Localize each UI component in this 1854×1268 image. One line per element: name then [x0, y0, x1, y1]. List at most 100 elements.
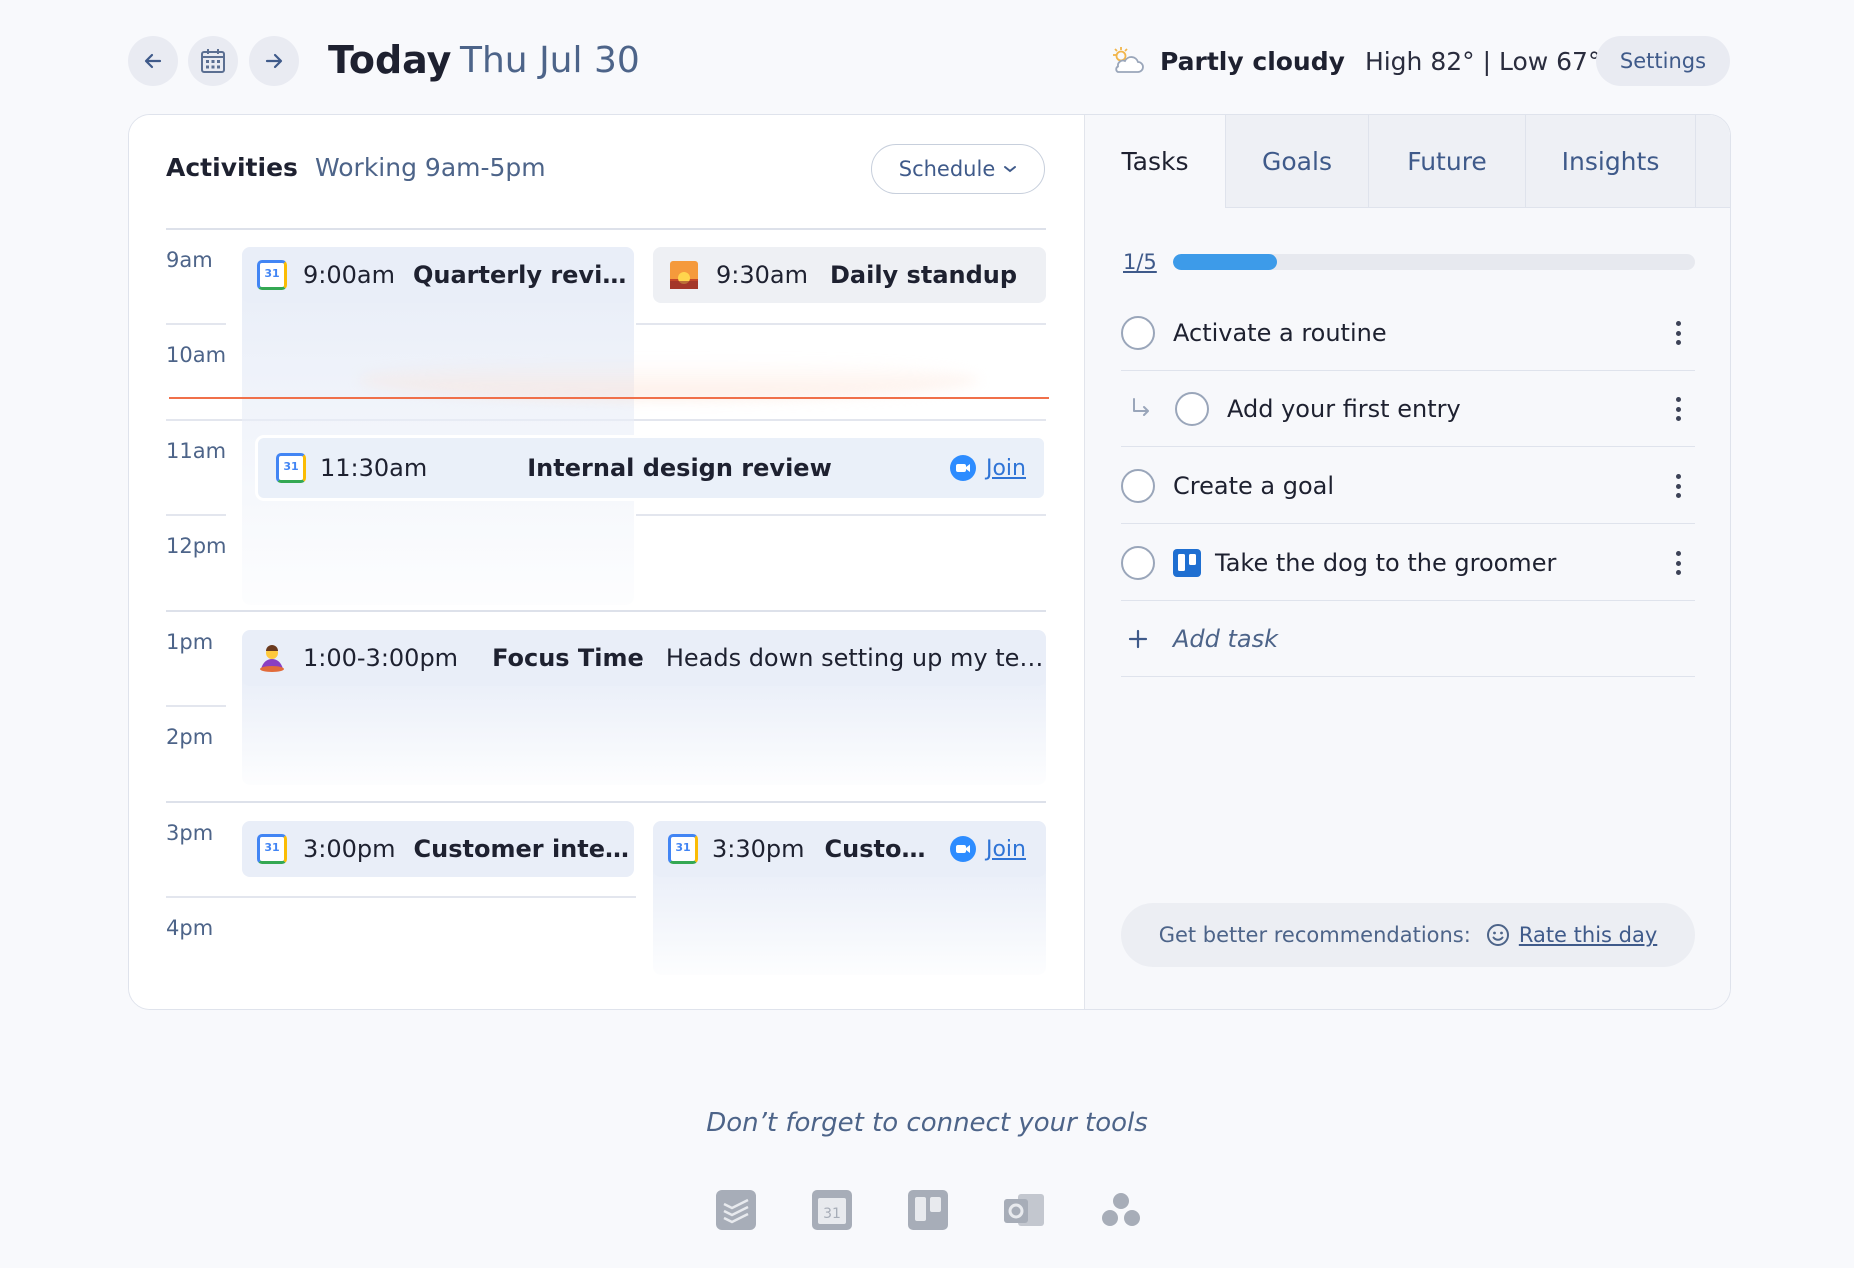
task-label: Activate a routine [1173, 318, 1387, 347]
event-customer-interview[interactable]: 31 3:00pm Customer inter... [242, 821, 634, 877]
task-item[interactable]: Add your first entry [1121, 371, 1695, 447]
rate-this-day-link[interactable]: Rate this day [1519, 923, 1657, 947]
task-label: Add your first entry [1227, 394, 1461, 423]
next-day-button[interactable] [249, 36, 299, 86]
tab-future[interactable]: Future [1368, 115, 1525, 208]
task-checkbox[interactable] [1175, 391, 1209, 426]
event-daily-standup[interactable]: 9:30am Daily standup [653, 247, 1046, 303]
outlook-icon[interactable] [1004, 1190, 1044, 1230]
grid-line [636, 323, 1046, 325]
task-item[interactable]: Take the dog to the groomer [1121, 525, 1695, 601]
calendar-icon [201, 49, 225, 73]
trello-icon [1173, 548, 1201, 577]
event-time: 9:00am [303, 261, 395, 289]
hour-label: 12pm [166, 534, 227, 558]
google-calendar-icon[interactable]: 31 [812, 1190, 852, 1230]
more-options-icon[interactable] [1675, 397, 1681, 421]
hour-label: 10am [166, 343, 227, 367]
grid-line [166, 705, 226, 707]
previous-day-button[interactable] [128, 36, 178, 86]
trello-icon[interactable] [908, 1190, 948, 1230]
schedule-dropdown[interactable]: Schedule [871, 144, 1045, 194]
current-time-glow [359, 360, 979, 400]
calendar-picker-button[interactable] [188, 36, 238, 86]
event-title: Customer inter... [413, 835, 634, 863]
event-time: 3:30pm [712, 835, 805, 863]
activities-title: Activities [166, 153, 298, 182]
hour-label: 4pm [166, 916, 214, 940]
event-customer-call[interactable]: 31 3:30pm Custom... Join [653, 821, 1046, 877]
event-internal-design-review[interactable]: 31 11:30am Internal design review Join [256, 436, 1046, 500]
google-calendar-icon: 31 [276, 453, 306, 483]
tab-overflow [1695, 115, 1730, 208]
event-time: 9:30am [716, 261, 808, 289]
task-checkbox[interactable] [1121, 545, 1155, 580]
hour-label: 3pm [166, 821, 214, 845]
google-calendar-icon: 31 [668, 834, 698, 864]
arrow-right-icon [265, 53, 283, 69]
smiley-icon [1486, 924, 1509, 946]
join-meeting-link[interactable]: Join [949, 455, 1026, 481]
plus-icon [1128, 629, 1148, 648]
weather-condition: Partly cloudy [1160, 46, 1345, 76]
sunrise-icon [670, 261, 698, 289]
partly-cloudy-icon [1113, 47, 1144, 73]
asana-icon[interactable] [1100, 1190, 1140, 1230]
tab-tasks[interactable]: Tasks [1085, 115, 1225, 208]
event-title: Custom... [824, 835, 935, 863]
main-card: Activities Working 9am-5pm Schedule 9am … [128, 114, 1731, 1010]
event-focus-time[interactable]: 1:00-3:00pm Focus Time Heads down settin… [242, 630, 1046, 686]
chevron-down-icon [1004, 166, 1017, 173]
google-calendar-icon: 31 [257, 834, 287, 864]
todoist-icon[interactable] [716, 1190, 756, 1230]
event-time: 11:30am [320, 454, 428, 482]
grid-line [166, 323, 226, 325]
event-title: Quarterly revie... [412, 261, 634, 289]
subtask-arrow-icon [1133, 397, 1149, 416]
tab-goals[interactable]: Goals [1225, 115, 1368, 208]
current-time-indicator [169, 397, 1049, 399]
grid-line [166, 896, 636, 898]
event-description: Heads down setting up my tea... [665, 644, 1046, 672]
grid-line [166, 228, 1046, 230]
grid-line [166, 801, 1046, 803]
grid-line [166, 610, 1046, 612]
google-calendar-icon: 31 [257, 260, 287, 290]
arrow-left-icon [144, 53, 162, 69]
add-task-label: Add task [1173, 624, 1279, 653]
tool-integrations: 31 [716, 1190, 1146, 1232]
more-options-icon[interactable] [1675, 321, 1681, 345]
task-label: Take the dog to the groomer [1215, 548, 1557, 577]
video-call-icon [949, 836, 976, 862]
join-label: Join [985, 455, 1026, 481]
weather-widget: Partly cloudy High 82° | Low 67° [1110, 41, 1600, 81]
event-title: Focus Time [492, 644, 644, 672]
join-meeting-link[interactable]: Join [949, 836, 1026, 862]
tab-insights[interactable]: Insights [1525, 115, 1695, 208]
recommendations-text: Get better recommendations: [1158, 923, 1471, 947]
task-label: Create a goal [1173, 471, 1335, 500]
weather-temperatures: High 82° | Low 67° [1364, 46, 1601, 76]
task-checkbox[interactable] [1121, 468, 1155, 503]
event-time: 3:00pm [303, 835, 396, 863]
settings-button[interactable]: Settings [1596, 36, 1730, 86]
task-item[interactable]: Activate a routine [1121, 295, 1695, 371]
task-checkbox[interactable] [1121, 315, 1155, 350]
hour-label: 1pm [166, 630, 214, 654]
add-task-button[interactable]: Add task [1121, 601, 1695, 677]
video-call-icon [949, 455, 976, 481]
activities-pane: Activities Working 9am-5pm Schedule 9am … [129, 115, 1084, 1009]
page-title: Today [328, 38, 452, 82]
event-time: 1:00-3:00pm [303, 644, 459, 672]
svg-text:31: 31 [823, 1206, 841, 1222]
more-options-icon[interactable] [1675, 474, 1681, 498]
event-quarterly-review[interactable]: 31 9:00am Quarterly revie... [242, 247, 634, 303]
event-title: Internal design review [527, 454, 832, 482]
progress-count[interactable]: 1/5 [1123, 250, 1157, 274]
top-bar: Today Thu Jul 30 Partly cloudy High 82° … [128, 34, 1731, 90]
event-title: Daily standup [829, 261, 1018, 289]
connect-tools-message: Don’t forget to connect your tools [706, 1108, 1148, 1138]
event-duration-bar [653, 865, 1046, 975]
task-item[interactable]: Create a goal [1121, 448, 1695, 524]
more-options-icon[interactable] [1675, 551, 1681, 575]
